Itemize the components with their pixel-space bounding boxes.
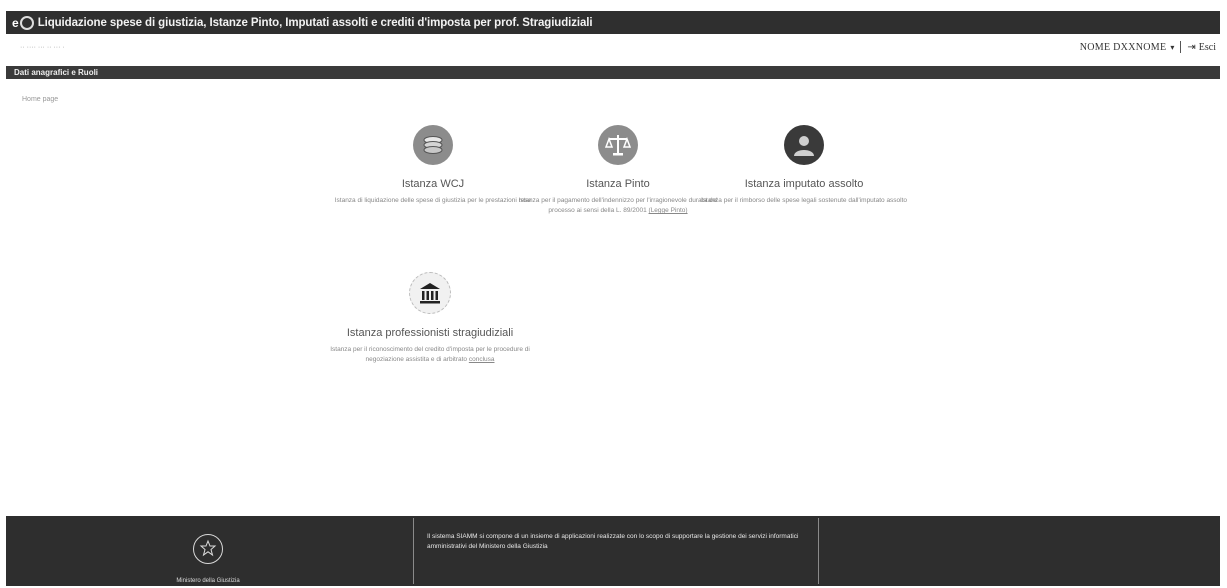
card-link[interactable]: conclusa <box>469 356 495 363</box>
app-header: e Liquidazione spese di giustizia, Istan… <box>6 11 1220 34</box>
user-name[interactable]: NOME DXXNOME <box>1080 42 1167 53</box>
coins-icon <box>413 125 453 165</box>
card-description: Istanza per il rimborso delle spese lega… <box>700 197 908 204</box>
logo-circle-icon <box>19 15 34 30</box>
courthouse-icon <box>409 272 451 314</box>
card-description: Istanza per il riconoscimento del credit… <box>320 345 540 365</box>
footer-divider <box>818 518 819 584</box>
logo-mark: e <box>12 15 19 30</box>
ministry-label: Ministero della Giustizia <box>176 578 240 584</box>
section-title[interactable]: Dati anagrafici e Ruoli <box>14 68 98 77</box>
scales-icon <box>598 125 638 165</box>
republic-emblem-icon <box>193 534 223 564</box>
person-icon <box>784 125 824 165</box>
user-menu-caret-icon[interactable]: ▾ <box>1170 43 1174 52</box>
user-bar: ·· ···· ··· ·· ··· · NOME DXXNOME ▾ ⇥ Es… <box>6 36 1220 60</box>
card-description-text: Istanza per il pagamento dell'indennizzo… <box>518 197 718 214</box>
section-bar: Dati anagrafici e Ruoli <box>6 66 1220 79</box>
card-link[interactable]: (Legge Pinto) <box>649 207 688 214</box>
app-logo[interactable]: e <box>12 15 38 30</box>
app-title: Liquidazione spese di giustizia, Istanze… <box>37 16 593 29</box>
exit-button[interactable]: ⇥ Esci <box>1187 42 1216 53</box>
card-title: Istanza imputato assolto <box>744 178 864 190</box>
user-area: NOME DXXNOME ▾ ⇥ Esci <box>1080 41 1216 53</box>
separator <box>1180 41 1182 53</box>
breadcrumb[interactable]: Home page <box>22 96 58 103</box>
footer-note: Il sistema SIAMM si compone di un insiem… <box>427 533 799 550</box>
card-description-text: Istanza per il riconoscimento del credit… <box>330 346 530 363</box>
card-istanza-professionisti-stragiudiziali[interactable]: Istanza professionisti stragiudiziali Is… <box>320 272 540 365</box>
exit-label: Esci <box>1198 41 1216 53</box>
footer-divider <box>413 518 414 584</box>
page-subtitle: ·· ···· ··· ·· ··· · <box>20 44 65 51</box>
exit-icon: ⇥ <box>1187 41 1196 53</box>
card-title: Istanza professionisti stragiudiziali <box>346 327 514 339</box>
card-istanza-imputato-assolto[interactable]: Istanza imputato assolto Istanza per il … <box>694 125 914 206</box>
